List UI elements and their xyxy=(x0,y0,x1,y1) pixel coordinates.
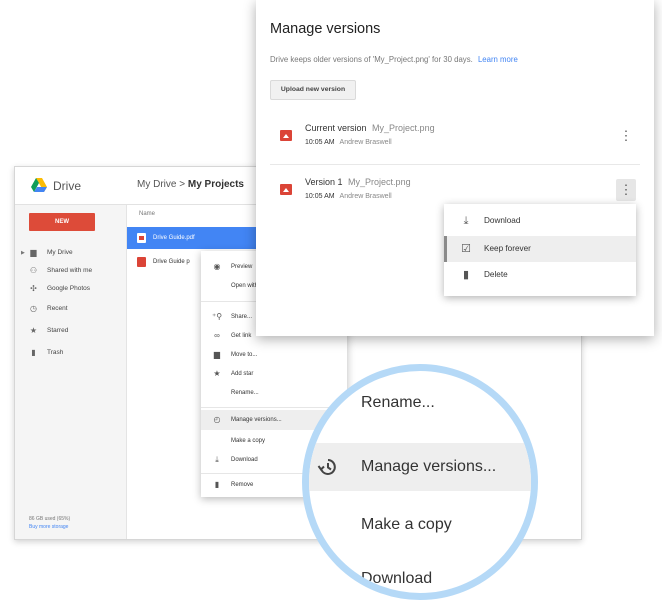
description-text: Drive keeps older versions of 'My_Projec… xyxy=(270,55,473,64)
sidebar-item-recent[interactable]: ◷ Recent xyxy=(15,301,127,317)
pinwheel-icon: ✣ xyxy=(30,284,37,293)
menu-item-label: Open with xyxy=(231,283,259,289)
version-menu: ⤓ Download ☑ Keep forever ▮ Delete xyxy=(444,204,636,296)
breadcrumb-root[interactable]: My Drive xyxy=(137,179,176,190)
storage-info: 86 GB used (65%) Buy more storage xyxy=(29,515,70,531)
sidebar-item-label: Shared with me xyxy=(47,267,93,274)
menu-item-label: Share... xyxy=(231,314,253,320)
more-vert-icon[interactable]: ⋮ xyxy=(616,179,636,201)
menu-item-label: Make a copy xyxy=(231,438,266,444)
app-title: Drive xyxy=(53,179,82,193)
version-title: Current version My_Project.png xyxy=(305,123,435,133)
dialog-description: Drive keeps older versions of 'My_Projec… xyxy=(270,55,518,64)
sidebar-item-my-drive[interactable]: ▶ ▆ My Drive xyxy=(15,245,127,261)
sidebar-item-shared[interactable]: ⚇ Shared with me xyxy=(15,263,127,279)
menu-item-label: Preview xyxy=(231,264,253,270)
people-icon: ⚇ xyxy=(29,266,38,275)
file-name: Drive Guide.pdf xyxy=(153,235,195,241)
version-author: Andrew Braswell xyxy=(339,139,392,146)
checkbox-icon: ☑ xyxy=(461,243,471,255)
trash-icon: ▮ xyxy=(462,269,470,281)
zoomed-label: Download xyxy=(361,570,433,587)
breadcrumb-current[interactable]: My Projects xyxy=(188,179,244,190)
version-label: Version 1 xyxy=(305,177,343,187)
history-icon xyxy=(317,459,336,475)
version-meta: 10:05 AM Andrew Braswell xyxy=(305,139,392,146)
sidebar-item-label: My Drive xyxy=(47,249,73,256)
pdf-file-icon xyxy=(137,233,146,243)
menu-item-label: Get link xyxy=(231,333,252,339)
download-icon: ⤓ xyxy=(463,215,469,227)
sidebar-item-label: Recent xyxy=(47,305,68,312)
sidebar-item-trash[interactable]: ▮ Trash xyxy=(15,345,127,361)
menu-item-label: Manage versions... xyxy=(231,417,282,423)
menu-item-label: Download xyxy=(484,216,521,225)
zoomed-label: Make a copy xyxy=(361,516,452,533)
file-name: Drive Guide p xyxy=(153,259,190,265)
menu-item-label: Download xyxy=(231,457,258,463)
menu-item-label: Move to... xyxy=(231,352,258,358)
link-icon: ∞ xyxy=(214,331,220,340)
version-file-name: My_Project.png xyxy=(372,123,435,133)
download-icon: ⤓ xyxy=(215,455,219,464)
more-vert-icon[interactable]: ⋮ xyxy=(616,125,636,147)
version-time: 10:05 AM xyxy=(305,193,335,200)
storage-used: 86 GB used (65%) xyxy=(29,516,71,522)
breadcrumb-separator: > xyxy=(179,179,186,190)
upload-new-version-button[interactable]: Upload new version xyxy=(270,80,356,100)
version-menu-keep-forever[interactable]: ☑ Keep forever xyxy=(444,236,636,262)
image-file-icon xyxy=(280,130,292,141)
menu-item-label: Remove xyxy=(231,482,254,488)
sidebar-item-starred[interactable]: ★ Starred xyxy=(15,323,127,339)
menu-item-label: Rename... xyxy=(231,390,259,396)
new-button[interactable]: NEW xyxy=(29,213,95,231)
menu-item-label: Add star xyxy=(231,371,254,377)
sidebar-item-label: Starred xyxy=(47,327,69,334)
star-icon: ★ xyxy=(213,369,221,378)
breadcrumb: My Drive > My Projects ▼ xyxy=(137,179,269,190)
magnifier-callout: Rename... Manage versions... Make a copy… xyxy=(302,364,538,600)
zoomed-download: Download xyxy=(309,555,531,593)
eye-icon: ◉ xyxy=(213,262,221,271)
sidebar-item-photos[interactable]: ✣ Google Photos xyxy=(15,281,127,297)
dialog-title: Manage versions xyxy=(270,21,381,37)
buy-storage-link[interactable]: Buy more storage xyxy=(29,523,70,531)
zoomed-make-copy: Make a copy xyxy=(309,501,531,549)
version-author: Andrew Braswell xyxy=(339,193,392,200)
folder-icon: ▆ xyxy=(30,248,37,257)
version-time: 10:05 AM xyxy=(305,139,335,146)
folder-icon: ▆ xyxy=(213,350,221,359)
person-add-icon: ⁺⚲ xyxy=(212,312,223,321)
zoomed-rename: Rename... xyxy=(309,379,531,427)
column-header-name[interactable]: Name xyxy=(139,211,155,217)
zoomed-manage-versions: Manage versions... xyxy=(309,443,531,491)
version-divider xyxy=(270,164,640,165)
drive-logo-icon xyxy=(31,178,47,192)
version-file-name: My_Project.png xyxy=(348,177,411,187)
zoomed-label: Rename... xyxy=(361,394,435,411)
version-meta: 10:05 AM Andrew Braswell xyxy=(305,193,392,200)
menu-item-label: Delete xyxy=(484,270,508,279)
file-row[interactable]: Drive Guide.pdf xyxy=(127,227,277,249)
image-file-icon xyxy=(280,184,292,195)
version-row-current: Current version My_Project.png 10:05 AM … xyxy=(270,114,640,158)
learn-more-link[interactable]: Learn more xyxy=(478,55,518,64)
sidebar: NEW ▶ ▆ My Drive ⚇ Shared with me ✣ Goog… xyxy=(15,205,127,539)
star-icon: ★ xyxy=(29,326,38,335)
sidebar-item-label: Trash xyxy=(47,349,64,356)
trash-icon: ▮ xyxy=(31,348,36,357)
version-menu-download[interactable]: ⤓ Download xyxy=(444,208,636,234)
pdf-file-icon xyxy=(137,257,146,267)
version-menu-delete[interactable]: ▮ Delete xyxy=(444,262,636,288)
clock-icon: ◷ xyxy=(30,304,37,313)
expand-arrow-icon[interactable]: ▶ xyxy=(21,245,25,261)
zoomed-label: Manage versions... xyxy=(361,458,497,475)
trash-icon: ▮ xyxy=(214,480,220,489)
history-icon: ◴ xyxy=(213,415,221,424)
menu-item-move-to[interactable]: ▆ Move to... xyxy=(201,345,347,365)
version-label: Current version xyxy=(305,123,367,133)
sidebar-item-label: Google Photos xyxy=(47,285,91,292)
version-title: Version 1 My_Project.png xyxy=(305,177,411,187)
menu-item-label: Keep forever xyxy=(484,244,531,253)
